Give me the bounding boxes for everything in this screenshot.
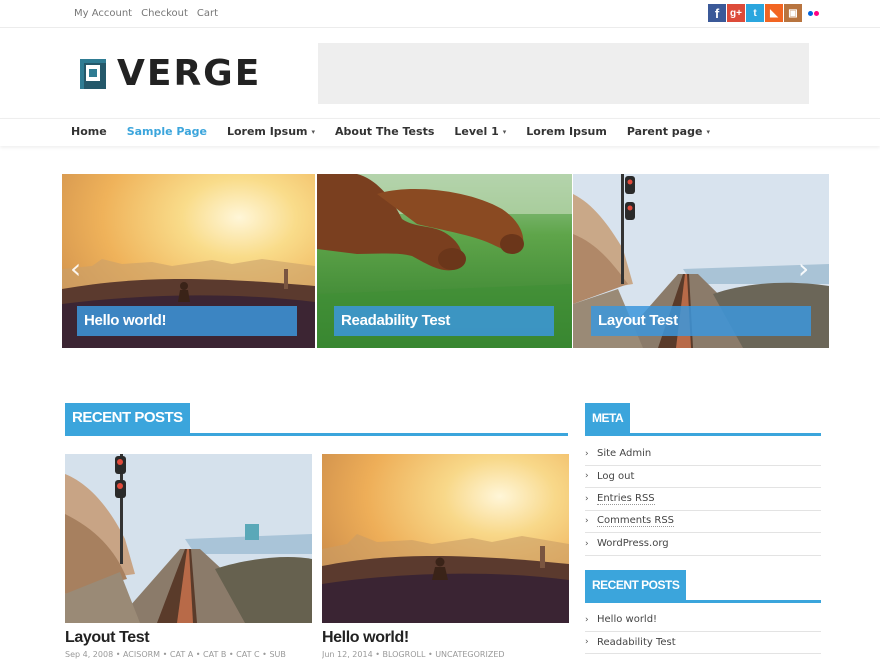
slider-prev-arrow-icon[interactable]: ‹ [70,252,81,285]
main-navigation: Home Sample Page Lorem Ipsum ▾ About The … [0,118,880,146]
rss-icon[interactable]: ◣ [765,4,783,22]
list-item[interactable]: › Readability Test [585,632,821,654]
nav-item-sample-page[interactable]: Sample Page [127,125,207,138]
twitter-icon[interactable]: t [746,4,764,22]
list-item[interactable]: › WordPress.org [585,533,821,556]
nav-item-level-1[interactable]: Level 1 ▾ [454,125,506,138]
instagram-icon[interactable]: ▣ [784,4,802,22]
account-links: My Account Checkout Cart [74,8,218,19]
recent-posts-header: RECENT POSTS [65,403,568,436]
nav-item-home[interactable]: Home [71,125,107,138]
chevron-right-icon: › [585,637,589,648]
google-plus-icon[interactable]: g+ [727,4,745,22]
slider-next-arrow-icon[interactable]: › [798,252,809,285]
slide-caption[interactable]: Readability Test [334,306,554,336]
post-card-hello-world[interactable]: Hello world! Jun 12, 2014 • BLOGROLL • U… [322,454,569,659]
chevron-down-icon: ▾ [311,127,316,136]
nav-item-lorem-ipsum-dropdown[interactable]: Lorem Ipsum ▾ [227,125,315,138]
slide-caption[interactable]: Hello world! [77,306,297,336]
nav-item-parent-page[interactable]: Parent page ▾ [627,125,710,138]
meta-widget-list: › Site Admin › Log out › Entries RSS › Comme… [585,443,821,556]
flickr-icon[interactable] [803,4,823,22]
recent-posts-heading: RECENT POSTS [65,403,190,433]
chevron-right-icon: › [585,614,589,625]
logo-icon[interactable] [80,59,106,89]
featured-slider: Hello world! Readability Test Layout Tes… [62,174,829,348]
post-title[interactable]: Hello world! [322,629,569,647]
chevron-down-icon: ▾ [706,127,710,136]
post-thumbnail[interactable] [65,454,312,623]
list-item[interactable]: › Site Admin [585,443,821,466]
sidebar-recent-posts-header: RECENT POSTS [585,570,821,603]
post-meta: Jun 12, 2014 • BLOGROLL • UNCATEGORIZED [322,650,505,659]
slide-caption[interactable]: Layout Test [591,306,811,336]
list-item[interactable]: › Comments RSS [585,511,821,533]
sidebar-recent-posts-heading: RECENT POSTS [585,570,687,600]
checkout-link[interactable]: Checkout [141,8,188,19]
list-item[interactable]: › Log out [585,466,821,488]
chevron-right-icon: › [585,538,589,549]
chevron-right-icon: › [585,516,589,527]
chevron-down-icon: ▾ [502,127,507,136]
list-item[interactable]: › Entries RSS [585,488,821,511]
post-meta: Sep 4, 2008 • ACISORM • CAT A • CAT B • … [65,650,286,659]
post-title[interactable]: Layout Test [65,629,312,647]
nav-item-lorem-ipsum[interactable]: Lorem Ipsum [526,125,607,138]
top-bar: My Account Checkout Cart f g+ t ◣ ▣ [0,0,880,28]
chevron-right-icon: › [585,493,589,504]
list-item[interactable]: › Hello world! [585,609,821,632]
header-ad-banner[interactable] [318,43,809,104]
post-card-layout-test[interactable]: Layout Test Sep 4, 2008 • ACISORM • CAT … [65,454,312,659]
facebook-icon[interactable]: f [708,4,726,22]
cart-link[interactable]: Cart [197,8,218,19]
chevron-right-icon: › [585,448,589,459]
chevron-right-icon: › [585,471,589,482]
post-thumbnail[interactable] [322,454,569,623]
railroad-coast-image [65,454,312,623]
meta-widget-header: META [585,403,821,436]
nav-item-about-the-tests[interactable]: About The Tests [335,125,434,138]
site-logo-text[interactable]: VERGE [117,53,261,94]
my-account-link[interactable]: My Account [74,8,132,19]
sidebar-recent-posts-list: › Hello world! › Readability Test [585,609,821,654]
sunset-runner-image [322,454,569,623]
social-icons: f g+ t ◣ ▣ [708,4,823,22]
meta-widget-heading: META [585,403,631,433]
